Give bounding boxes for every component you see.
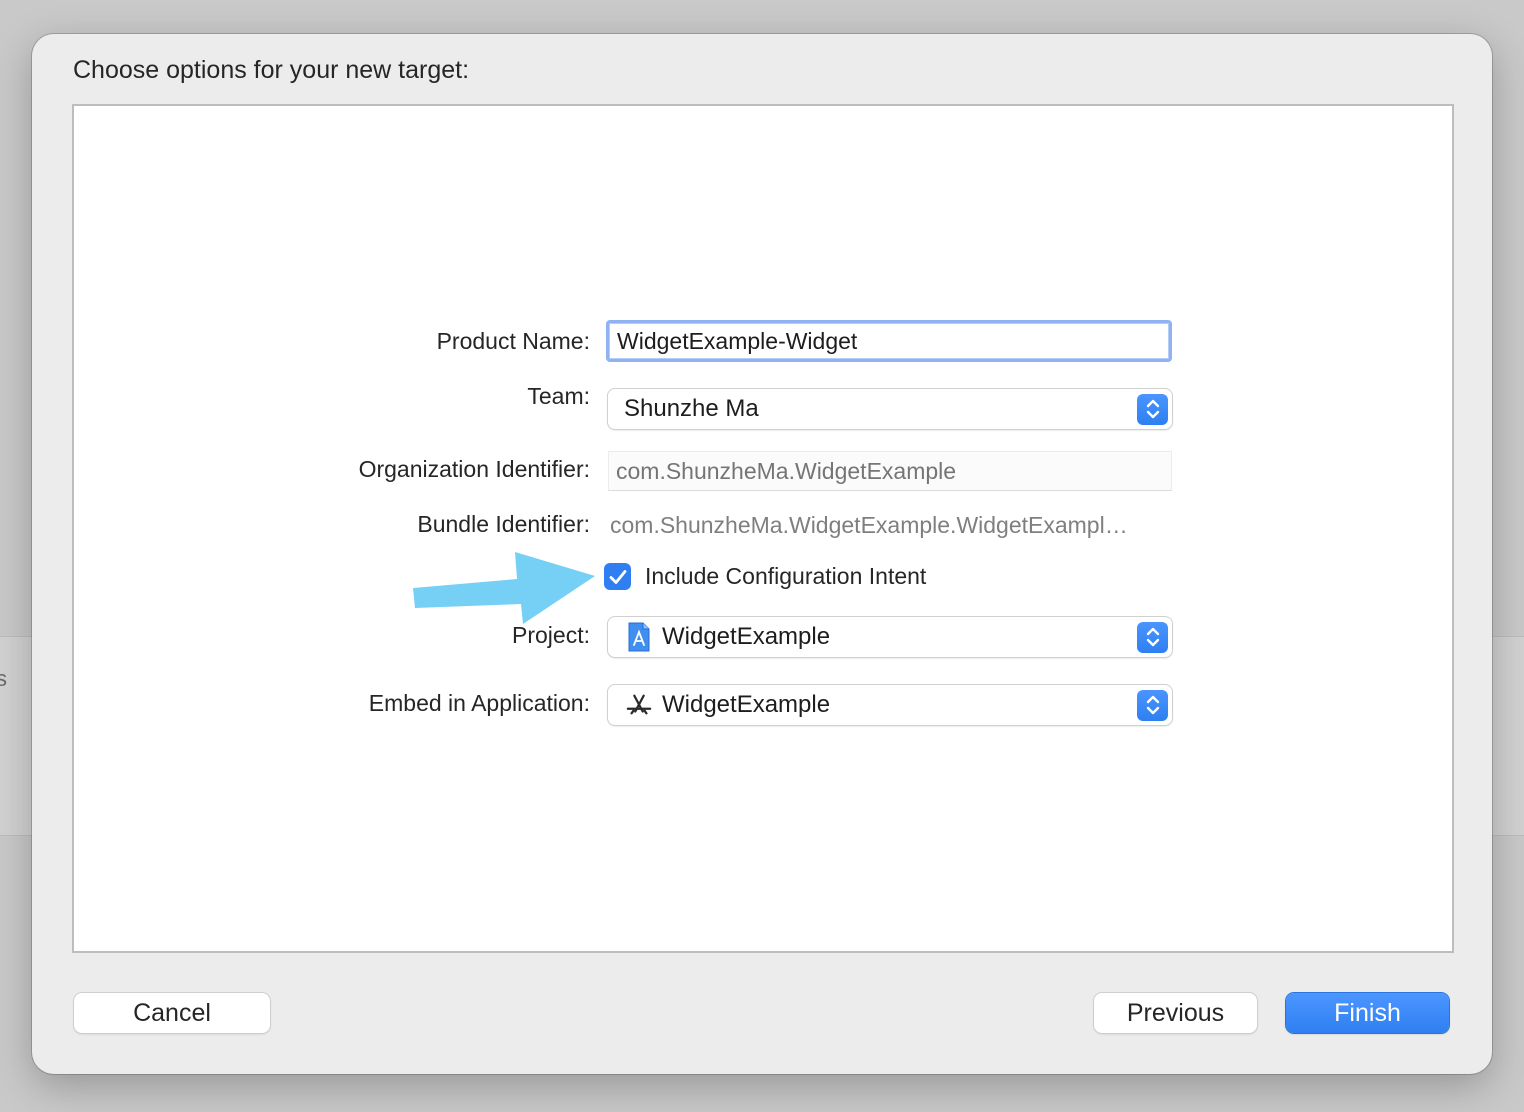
project-popup-value: WidgetExample [662, 623, 831, 650]
background-window-fragment: s [0, 666, 7, 691]
cancel-button[interactable]: Cancel [74, 993, 270, 1033]
chevron-up-down-icon [1137, 393, 1168, 425]
bundle-identifier-value: com.ShunzheMa.WidgetExample.WidgetExampl… [610, 512, 1128, 538]
embed-in-application-popup-value: WidgetExample [662, 691, 831, 718]
team-popup-value: Shunzhe Ma [624, 395, 759, 422]
project-file-icon [626, 622, 652, 652]
organization-identifier-label: Organization Identifier: [358, 456, 590, 482]
chevron-up-down-icon [1137, 689, 1168, 721]
bundle-identifier-label: Bundle Identifier: [417, 511, 590, 537]
product-name-label: Product Name: [436, 328, 590, 354]
include-configuration-intent-label: Include Configuration Intent [645, 563, 927, 589]
annotation-arrow-icon [413, 552, 595, 624]
chevron-up-down-icon [1137, 621, 1168, 653]
project-label: Project: [512, 622, 590, 648]
checkmark-icon [604, 563, 631, 590]
organization-identifier-field[interactable] [608, 451, 1172, 491]
team-label: Team: [527, 383, 590, 409]
app-store-a-icon [626, 690, 652, 720]
project-popup[interactable]: WidgetExample [608, 617, 1172, 657]
previous-button[interactable]: Previous [1094, 993, 1257, 1033]
embed-in-application-label: Embed in Application: [368, 690, 590, 716]
options-panel: Product Name: Team: Shunzhe Ma Organizat… [72, 104, 1454, 953]
embed-in-application-popup[interactable]: WidgetExample [608, 685, 1172, 725]
team-popup[interactable]: Shunzhe Ma [608, 389, 1172, 429]
finish-button[interactable]: Finish [1286, 993, 1449, 1033]
sheet-title: Choose options for your new target: [73, 56, 470, 84]
new-target-options-sheet: Choose options for your new target: Prod… [32, 34, 1492, 1074]
product-name-field[interactable] [606, 320, 1172, 362]
include-configuration-intent-checkbox[interactable]: Include Configuration Intent [604, 563, 926, 590]
